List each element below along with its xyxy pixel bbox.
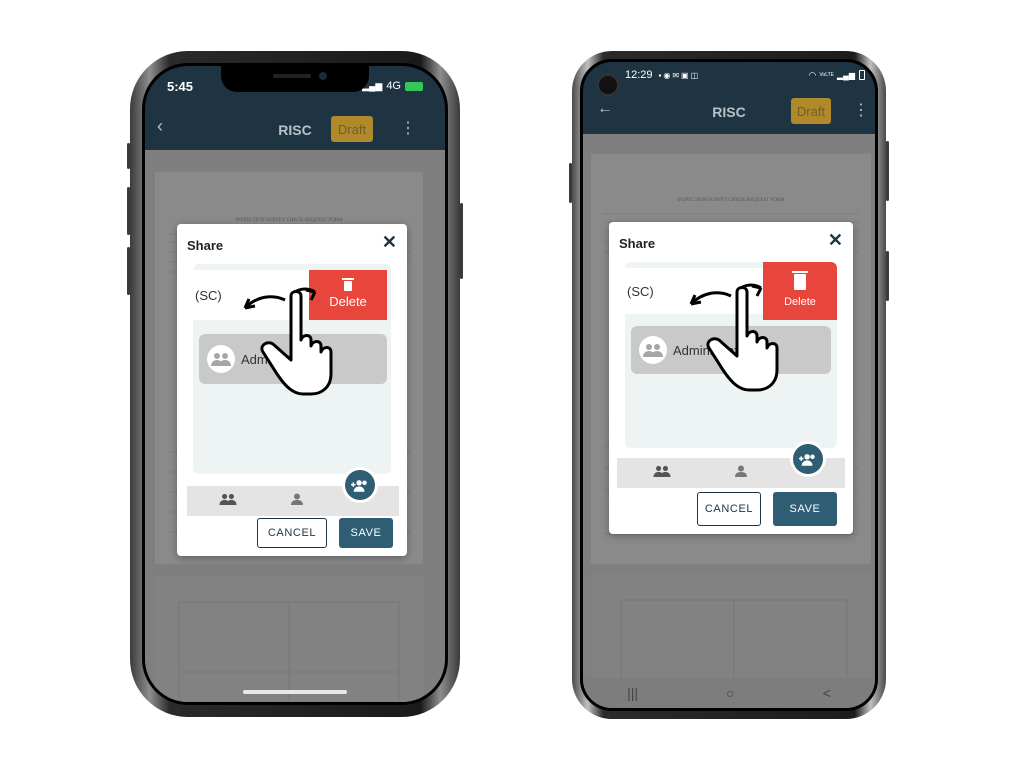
delete-label: Delete [329, 294, 367, 309]
app-bar: 5:45 ▂▄▆ 4G ‹ RISC Draft ⋮ [145, 66, 445, 150]
user-tab-icon[interactable] [735, 465, 747, 480]
add-group-fab[interactable] [793, 444, 823, 474]
group-label: Administrators [241, 351, 325, 367]
android-frame: 12:29 ▪◉✉▣◫ ◠ VoLTE ▂▄▆ ← RISC Draft ⋮ I… [569, 51, 889, 719]
mute-switch [127, 143, 130, 169]
add-group-fab[interactable] [345, 470, 375, 500]
close-icon[interactable]: ✕ [828, 230, 843, 251]
iphone-screen: 5:45 ▂▄▆ 4G ‹ RISC Draft ⋮ INSPECTION/SU… [142, 63, 448, 705]
swipe-row-user[interactable]: (SC) [193, 270, 323, 320]
group-add-icon [799, 453, 815, 466]
network-type: VoLTE [819, 72, 835, 78]
group-avatar-icon [207, 345, 235, 373]
status-bar: 12:29 ▪◉✉▣◫ ◠ VoLTE ▂▄▆ [583, 62, 875, 88]
android-navbar: ||| ○ < [583, 678, 875, 708]
group-add-icon [351, 479, 367, 492]
front-camera [319, 72, 327, 80]
speaker-grille [273, 74, 311, 78]
draft-button[interactable]: Draft [791, 98, 831, 124]
group-row-administrators[interactable]: Administrators [199, 334, 387, 384]
recipients-panel: (SC) Delete Administrators [625, 262, 837, 448]
groups-tab-icon[interactable] [653, 465, 671, 480]
groups-tab-icon[interactable] [219, 493, 237, 508]
group-row-administrators[interactable]: Administrators [631, 326, 831, 374]
dialog-title: Share [187, 238, 224, 253]
trash-icon [342, 278, 354, 291]
more-vertical-icon[interactable]: ⋮ [400, 118, 416, 138]
status-time: 12:29 [625, 69, 653, 81]
recent-apps-icon[interactable]: ||| [627, 685, 638, 701]
save-button[interactable]: SAVE [339, 518, 393, 548]
share-dialog: Share ✕ (SC) Delete Administrators CANCE… [609, 222, 853, 534]
battery-icon [859, 70, 865, 80]
android-screen: 12:29 ▪◉✉▣◫ ◠ VoLTE ▂▄▆ ← RISC Draft ⋮ I… [580, 59, 878, 711]
group-label: Administrators [673, 342, 757, 358]
network-type: 4G [386, 80, 401, 92]
group-avatar-icon [639, 336, 667, 364]
signal-bars-icon: ▂▄▆ [837, 70, 855, 80]
swipe-row-user[interactable]: (SC) [625, 268, 775, 314]
cancel-button[interactable]: CANCEL [697, 492, 761, 526]
back-nav-icon[interactable]: < [823, 685, 831, 701]
delete-action[interactable]: Delete [309, 270, 387, 320]
power-button [460, 203, 463, 279]
more-vertical-icon[interactable]: ⋮ [853, 100, 869, 120]
bixby-button [886, 251, 889, 301]
home-icon[interactable]: ○ [726, 685, 734, 701]
app-bar: 12:29 ▪◉✉▣◫ ◠ VoLTE ▂▄▆ ← RISC Draft ⋮ [583, 62, 875, 134]
app-title: RISC [712, 104, 746, 120]
user-tab-icon[interactable] [291, 493, 303, 508]
dialog-title: Share [619, 236, 656, 251]
close-icon[interactable]: ✕ [382, 232, 397, 253]
volume-button [569, 163, 572, 203]
power-button [886, 141, 889, 201]
volume-down-button [127, 247, 130, 295]
front-camera [597, 74, 619, 96]
battery-charging-icon [405, 81, 423, 91]
draft-button[interactable]: Draft [331, 116, 373, 142]
trash-icon [792, 271, 808, 290]
swipe-row-text: (SC) [627, 283, 654, 299]
wifi-icon: ◠ [808, 69, 817, 80]
iphone-frame: 5:45 ▂▄▆ 4G ‹ RISC Draft ⋮ INSPECTION/SU… [127, 51, 463, 717]
recipients-panel: (SC) Delete Administrators [193, 264, 391, 474]
status-time: 5:45 [167, 78, 194, 94]
save-button[interactable]: SAVE [773, 492, 837, 526]
cancel-button[interactable]: CANCEL [257, 518, 327, 548]
delete-action[interactable]: Delete [763, 262, 837, 320]
swipe-row-text: (SC) [195, 287, 222, 303]
delete-label: Delete [784, 296, 816, 308]
home-indicator [243, 690, 347, 694]
volume-up-button [127, 187, 130, 235]
notch [221, 66, 369, 92]
notification-icons: ▪◉✉▣◫ [658, 70, 701, 80]
share-dialog: Share ✕ (SC) Delete Administrators CANCE… [177, 224, 407, 556]
